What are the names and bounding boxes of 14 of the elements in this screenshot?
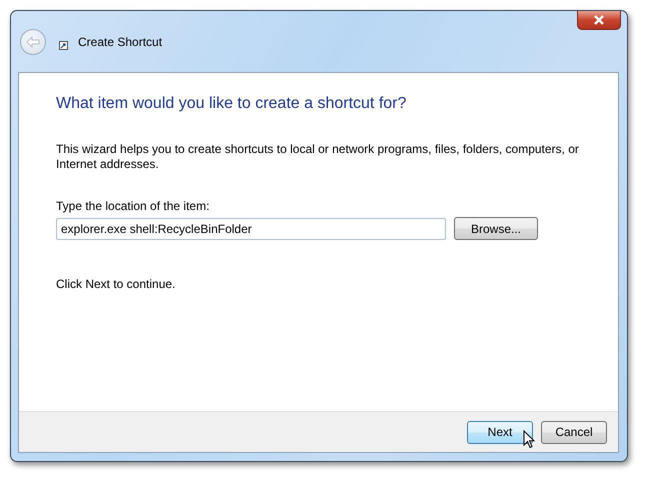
next-button[interactable]: Next	[467, 420, 533, 444]
window-title: Create Shortcut	[78, 34, 162, 48]
cancel-button[interactable]: Cancel	[541, 420, 607, 444]
back-arrow-icon	[26, 36, 40, 48]
location-field[interactable]: explorer.exe shell:RecycleBinFolder	[56, 218, 446, 240]
description-text: This wizard helps you to create shortcuts to local or network programs, files, folders, computers, or Internet addresses.	[56, 142, 580, 172]
location-label: Type the location of the item:	[56, 199, 210, 213]
continue-hint: Click Next to continue.	[56, 277, 176, 291]
close-button[interactable]	[577, 11, 621, 30]
mouse-pointer-icon	[523, 430, 535, 449]
wizard-heading: What item would you like to create a shortcut for?	[56, 95, 408, 113]
close-icon	[593, 15, 605, 25]
shortcut-icon	[59, 41, 68, 50]
browse-button[interactable]: Browse...	[454, 217, 538, 240]
